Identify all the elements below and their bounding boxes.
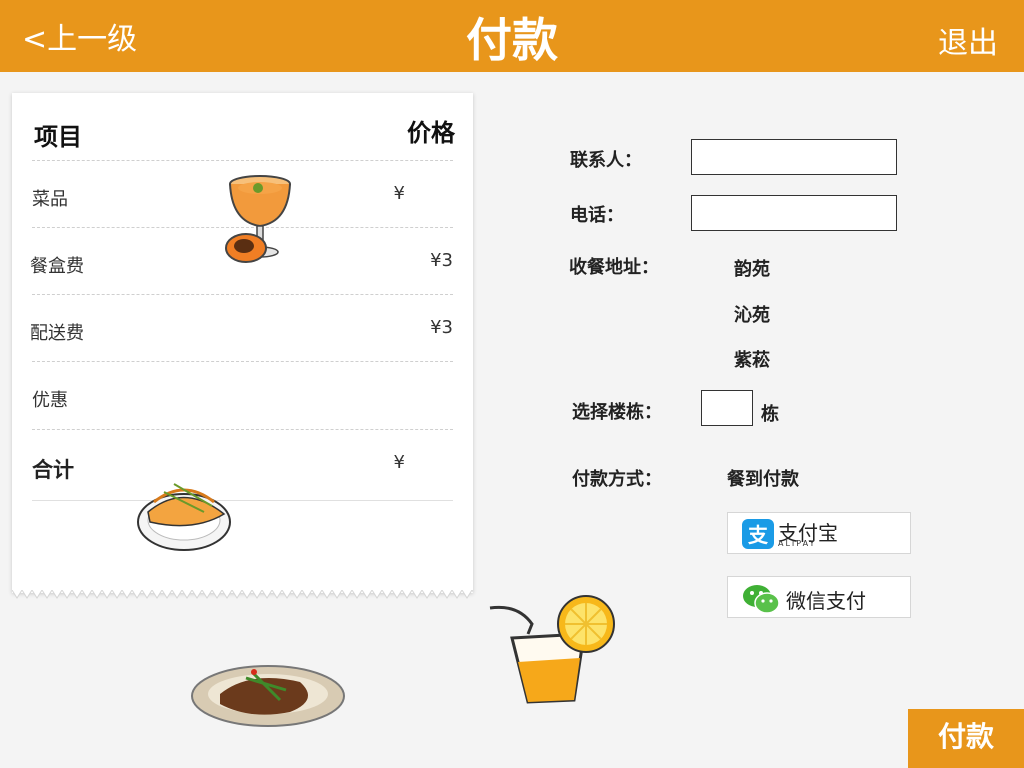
address-label: 收餐地址： — [569, 257, 659, 278]
receipt-row-label: 菜品 — [32, 189, 68, 210]
wechat-pay-icon — [743, 585, 780, 614]
payment-method-label: 付款方式： — [572, 469, 662, 490]
fried-dumplings-plate-illustration — [137, 483, 231, 551]
receipt-header: 项目 价格 — [34, 113, 455, 153]
page-title: 付款 — [466, 13, 558, 67]
receipt-row-delivery-fee: 配送费 ¥3 — [30, 294, 453, 362]
contact-label: 联系人： — [570, 150, 642, 171]
svg-text:支: 支 — [748, 523, 769, 547]
receipt-torn-edge — [12, 590, 473, 602]
receipt-row-value: ¥ — [393, 183, 405, 204]
receipt-row-value: ¥3 — [430, 250, 453, 271]
alipay-icon: 支 — [742, 519, 774, 549]
phone-label: 电话： — [570, 205, 624, 226]
receipt-row-discount: 优惠 — [32, 361, 453, 429]
contact-name-input[interactable] — [691, 139, 897, 175]
receipt-row-value: ¥3 — [430, 317, 453, 338]
pay-button[interactable]: 付款 — [908, 709, 1024, 768]
cash-on-delivery-option[interactable]: 餐到付款 — [727, 465, 799, 491]
total-value: ¥ — [393, 452, 405, 473]
receipt-row-label: 配送费 — [30, 323, 84, 344]
receipt-row-label: 优惠 — [32, 390, 68, 411]
lemonade-drink-illustration — [489, 595, 615, 704]
wechat-pay-option[interactable]: 微信支付 — [727, 576, 911, 618]
order-summary-receipt: 项目 价格 菜品 ¥ 餐盒费 ¥3 配送费 ¥3 优惠 合计 ¥ — [12, 93, 473, 593]
exit-button[interactable]: 退出 — [938, 18, 998, 62]
alipay-option[interactable]: 支 支付宝 ALIPAY — [727, 512, 911, 554]
braised-meat-dish-illustration — [191, 665, 345, 727]
dessert-cup-illustration — [225, 175, 291, 263]
address-option-yunyuan[interactable]: 韵苑 — [734, 255, 770, 281]
receipt-row-total: 合计 ¥ — [32, 429, 453, 501]
header-bar: <上一级 付款 退出 — [0, 0, 1024, 72]
receipt-row-label: 餐盒费 — [30, 256, 84, 277]
wechat-pay-label: 微信支付 — [786, 589, 866, 613]
address-option-zisong[interactable]: 紫菘 — [734, 346, 770, 372]
total-label: 合计 — [32, 458, 74, 482]
building-label: 选择楼栋： — [572, 402, 662, 423]
column-header-item: 项目 — [34, 123, 82, 151]
alipay-sub-label: ALIPAY — [778, 539, 817, 548]
column-header-price: 价格 — [407, 119, 455, 147]
address-option-qinyuan[interactable]: 沁苑 — [734, 301, 770, 327]
building-number-input[interactable] — [701, 390, 753, 426]
back-button[interactable]: <上一级 — [22, 14, 137, 58]
phone-input[interactable] — [691, 195, 897, 231]
building-unit-label: 栋 — [761, 404, 779, 425]
